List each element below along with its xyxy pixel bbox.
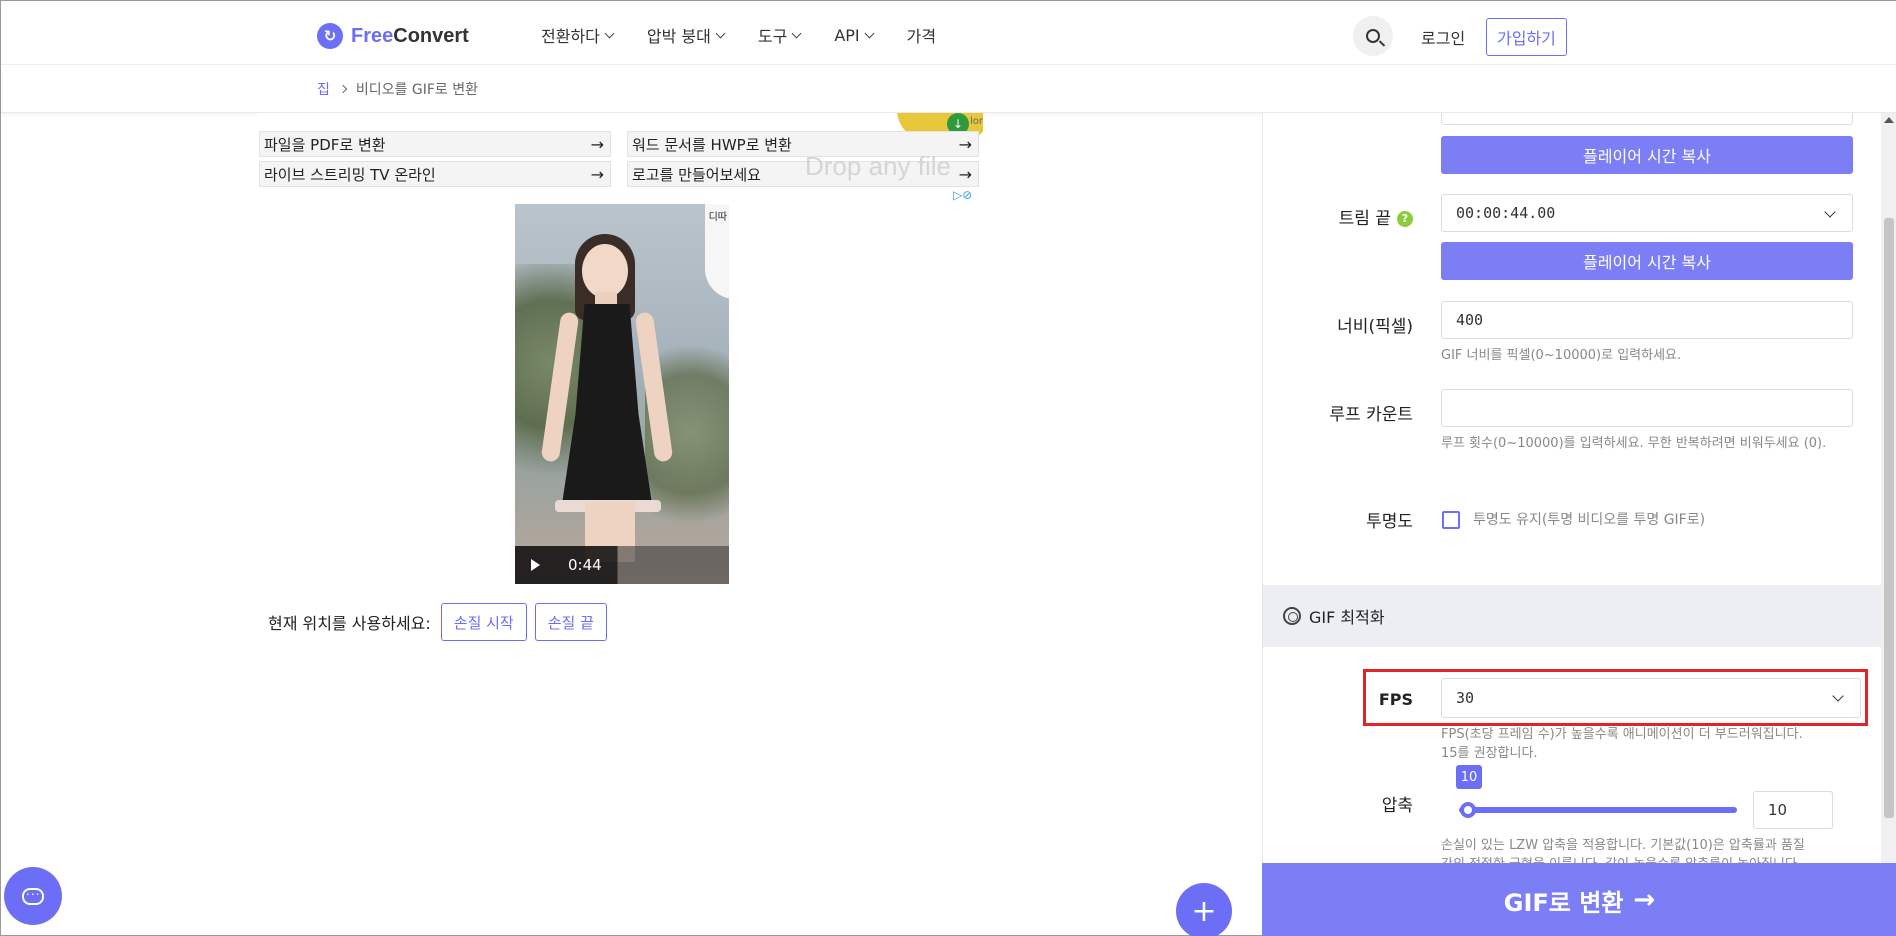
chevron-down-icon: [1824, 206, 1836, 218]
breadcrumb-bar: 집 비디오를 GIF로 변환: [1, 65, 1896, 113]
gear-icon: [1283, 607, 1301, 625]
chevron-down-icon: [604, 28, 615, 38]
fps-highlight-box: [1363, 669, 1868, 726]
width-input[interactable]: 400: [1441, 301, 1853, 339]
chat-icon: [22, 884, 44, 905]
logo-free-text: Free: [351, 24, 394, 47]
arrow-right-icon: →: [1633, 885, 1656, 915]
loop-count-label: 루프 카운트: [1329, 405, 1413, 425]
transparency-checkbox-label[interactable]: 투명도 유지(투명 비디오를 투명 GIF로): [1473, 511, 1705, 530]
use-position-row: 현재 위치를 사용하세요: 손질 시작 손질 끝: [268, 603, 607, 641]
gif-optimization-title: GIF 최적화: [1309, 608, 1385, 627]
video-player[interactable]: 디따 0:44: [515, 204, 729, 584]
chevron-down-icon: [864, 28, 875, 38]
transparency-checkbox[interactable]: [1442, 511, 1460, 529]
trim-end-button[interactable]: 손질 끝: [534, 603, 607, 641]
convert-to-gif-button[interactable]: GIF로 변환 →: [1262, 863, 1896, 936]
signup-button[interactable]: 가입하기: [1486, 18, 1567, 56]
help-icon[interactable]: ?: [1397, 211, 1413, 227]
settings-panel: 플레이어 시간 복사 트림 끝? 00:00:44.00 플레이어 시간 복사 …: [1262, 113, 1896, 936]
breadcrumb: 집 비디오를 GIF로 변환: [317, 79, 478, 99]
compression-slider-tooltip: 10: [1456, 765, 1482, 789]
ad-link-tv[interactable]: 라이브 스트리밍 TV 온라인 →: [259, 161, 611, 187]
transparency-label: 투명도: [1366, 512, 1413, 532]
search-button[interactable]: [1353, 16, 1393, 56]
width-label: 너비(픽셀): [1337, 317, 1413, 337]
copy-player-time-button-1[interactable]: 플레이어 시간 복사: [1441, 136, 1853, 174]
scrollbar-thumb[interactable]: [1884, 218, 1894, 818]
trim-start-button[interactable]: 손질 시작: [440, 603, 527, 641]
breadcrumb-current: 비디오를 GIF로 변환: [355, 82, 478, 98]
ad-choices-icon[interactable]: ▷⊘: [953, 188, 972, 202]
width-hint: GIF 너비를 픽셀(0~10000)로 입력하세요.: [1441, 348, 1682, 363]
compression-slider-handle[interactable]: [1460, 802, 1476, 818]
trim-start-field[interactable]: [1441, 113, 1853, 125]
loop-count-input[interactable]: [1441, 389, 1853, 427]
search-icon: [1366, 29, 1380, 43]
scroll-up-arrow-icon[interactable]: [1884, 117, 1894, 123]
video-time: 0:44: [568, 556, 602, 574]
arrow-right-icon: →: [590, 134, 604, 154]
compression-label: 압축: [1381, 796, 1413, 816]
compression-slider-track[interactable]: [1459, 807, 1737, 813]
nav-item-api[interactable]: API: [834, 23, 875, 47]
nav-item-tools[interactable]: 도구: [758, 23, 802, 47]
panel-scrollbar[interactable]: [1881, 113, 1896, 863]
video-tag: 디따: [708, 212, 727, 223]
nav-item-convert[interactable]: 전환하다: [541, 23, 615, 47]
use-position-label: 현재 위치를 사용하세요:: [268, 614, 431, 633]
trim-end-select[interactable]: 00:00:44.00: [1441, 194, 1853, 232]
login-link[interactable]: 로그인: [1421, 25, 1465, 49]
ad-banner: ↓ lor 파일을 PDF로 변환 → 워드 문서를 HWP로 변환 → 라이브 스…: [257, 113, 983, 205]
fps-hint: FPS(초당 프레임 수)가 높을수록 애니메이션이 더 부드러워집니다. 15를…: [1441, 727, 1803, 761]
nav-item-pricing[interactable]: 가격: [907, 23, 936, 47]
play-icon[interactable]: [531, 559, 540, 571]
logo-icon: ↻: [317, 23, 343, 49]
logo[interactable]: ↻ FreeConvert: [317, 23, 469, 49]
arrow-right-icon: →: [590, 164, 604, 184]
top-navigation: ↻ FreeConvert 전환하다 압박 붕대 도구 API 가격 로그인 가…: [1, 1, 1896, 65]
trim-end-label: 트림 끝?: [1263, 204, 1413, 229]
chat-button[interactable]: [4, 867, 62, 925]
copy-player-time-button-2[interactable]: 플레이어 시간 복사: [1441, 242, 1853, 280]
chevron-down-icon: [715, 28, 726, 38]
video-controls: 0:44: [515, 546, 729, 584]
gif-optimization-section[interactable]: GIF 최적화: [1263, 585, 1896, 647]
plus-icon: +: [1191, 893, 1217, 929]
arrow-right-icon: →: [958, 164, 972, 184]
ad-link-pdf[interactable]: 파일을 PDF로 변환 →: [259, 131, 611, 157]
chevron-right-icon: [338, 84, 348, 94]
nav-menu: 전환하다 압박 붕대 도구 API 가격: [541, 23, 936, 47]
logo-convert-text: Convert: [393, 24, 469, 47]
chevron-down-icon: [791, 28, 802, 38]
add-button[interactable]: +: [1176, 883, 1232, 936]
ad-overlay-text: Drop any file: [805, 151, 951, 181]
ad-tiny-text: lor: [970, 116, 983, 127]
arrow-right-icon: →: [958, 134, 972, 154]
compression-input[interactable]: 10: [1753, 791, 1833, 829]
breadcrumb-home[interactable]: 집: [317, 79, 330, 99]
nav-item-compress[interactable]: 압박 붕대: [647, 23, 726, 47]
loop-count-hint: 루프 횟수(0~10000)를 입력하세요. 무한 반복하려면 비워두세요 (0…: [1441, 436, 1827, 451]
